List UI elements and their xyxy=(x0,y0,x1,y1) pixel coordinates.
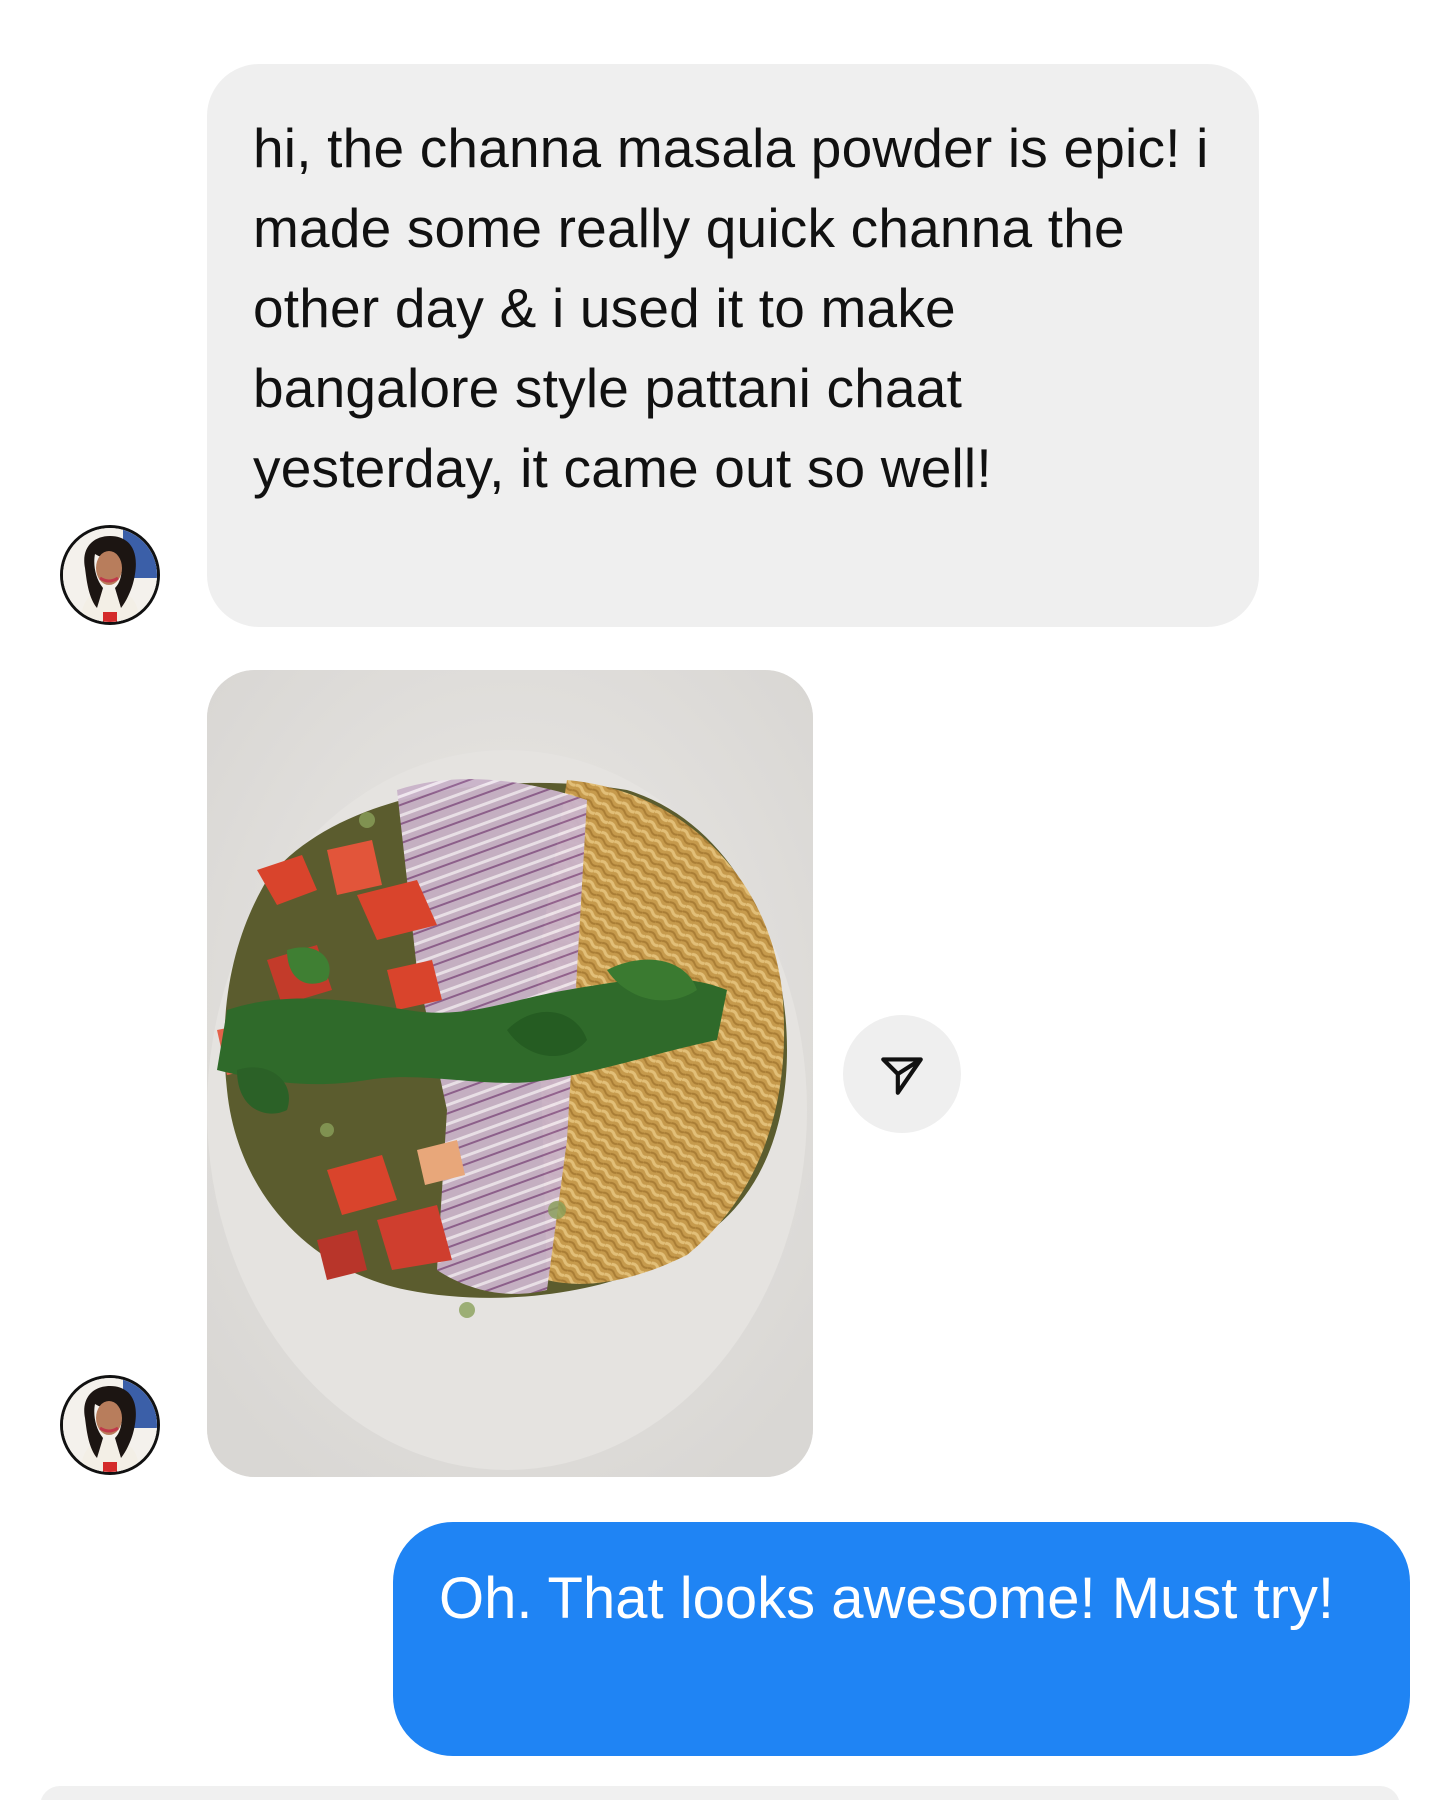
incoming-message-text: hi, the channa masala powder is epic! i … xyxy=(253,117,1209,499)
incoming-message-bubble[interactable]: hi, the channa masala powder is epic! i … xyxy=(207,64,1259,627)
food-photo[interactable] xyxy=(207,670,813,1477)
avatar-icon xyxy=(63,528,157,622)
chat-thread: hi, the channa masala powder is epic! i … xyxy=(0,0,1440,1800)
chaat-image xyxy=(207,670,813,1477)
avatar-icon xyxy=(63,1378,157,1472)
sender-avatar[interactable] xyxy=(60,1375,160,1475)
outgoing-message-text: Oh. That looks awesome! Must try! xyxy=(439,1566,1335,1631)
share-button[interactable] xyxy=(843,1015,961,1133)
paper-plane-icon xyxy=(881,1057,923,1095)
sender-avatar[interactable] xyxy=(60,525,160,625)
outgoing-message-bubble[interactable]: Oh. That looks awesome! Must try! xyxy=(393,1522,1410,1756)
message-composer[interactable] xyxy=(40,1786,1400,1800)
